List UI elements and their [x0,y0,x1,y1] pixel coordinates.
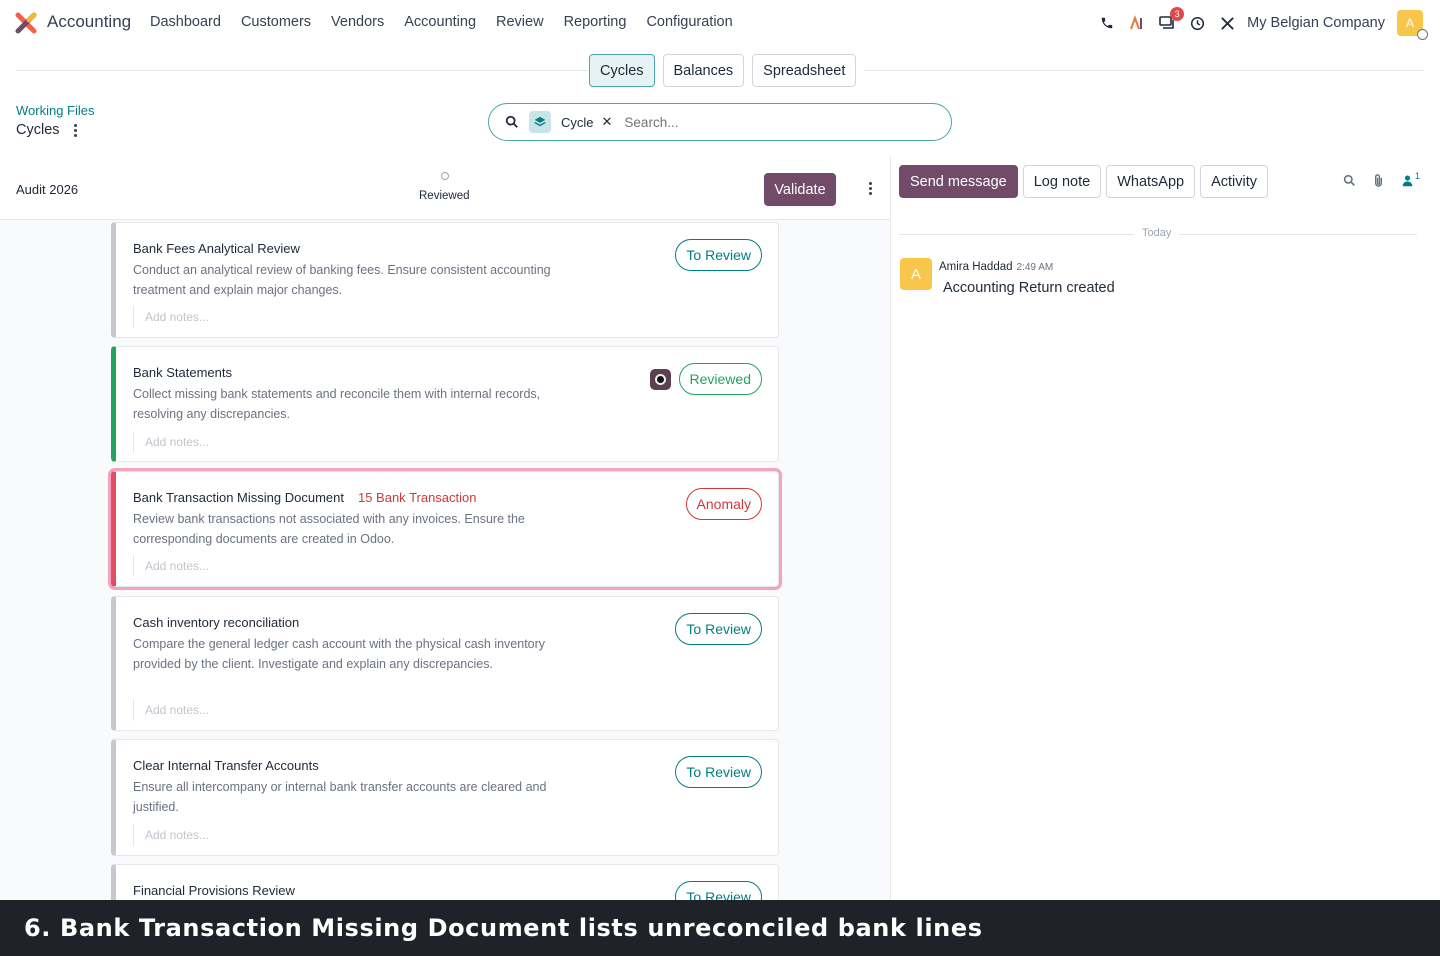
message-body: Accounting Return created [943,280,1115,296]
breadcrumb-menu-icon[interactable] [73,123,77,137]
status-badge[interactable]: To Review [675,613,762,645]
task-title-row: Bank Transaction Missing Document 15 Bank… [133,490,477,505]
main-menu: Dashboard Customers Vendors Accounting R… [140,14,743,30]
task-title: Cash inventory reconciliation [133,615,300,630]
breadcrumb-parent[interactable]: Working Files [16,103,95,118]
cycle-name: Audit 2026 [16,182,79,197]
reviewer-avatar [650,369,671,390]
task-card-bank-transaction-missing-document[interactable]: Bank Transaction Missing Document 15 Bank… [111,471,779,587]
app-logo-icon[interactable] [15,12,37,34]
facet-remove-icon[interactable]: ✕ [602,114,613,130]
send-message-button[interactable]: Send message [899,165,1018,198]
user-icon [1402,175,1413,187]
messages-badge: 3 [1170,7,1185,21]
task-title: Bank Statements [133,365,232,380]
menu-customers[interactable]: Customers [241,14,311,30]
cycle-menu-icon[interactable] [869,182,872,195]
status-badge[interactable]: Anomaly [685,488,762,520]
tab-spreadsheet[interactable]: Spreadsheet [752,54,857,87]
task-card-financial-provisions[interactable]: Financial Provisions Review To Review [111,864,779,900]
task-notes-field[interactable]: Add notes... [133,431,209,453]
task-description: Collect missing bank statements and reco… [133,387,541,421]
message-time: 2:49 AM [1016,262,1054,273]
systray: 3 My Belgian Company A [1085,7,1440,40]
company-switcher[interactable]: My Belgian Company [1247,15,1385,31]
task-description: Ensure all intercompany or internal bank… [133,780,547,814]
search-facet: Cycle ✕ [529,111,612,133]
user-avatar[interactable]: A [1397,10,1428,40]
messages-icon[interactable]: 3 [1159,7,1185,31]
presence-status-icon [1417,29,1428,40]
message-author-row: Amira Haddad 2:49 AM [939,261,1053,273]
task-title: Financial Provisions Review [133,883,295,898]
task-card-bank-statements[interactable]: Bank Statements Collect missing bank sta… [111,346,779,462]
status-badge[interactable]: Reviewed [678,363,762,395]
task-card-clear-internal-transfer[interactable]: Clear Internal Transfer Accounts Ensure … [111,739,779,856]
menu-configuration[interactable]: Configuration [646,14,732,30]
status-badge[interactable]: To Review [675,881,762,900]
app-name[interactable]: Accounting [47,12,131,32]
menu-dashboard[interactable]: Dashboard [150,14,221,30]
top-navbar: Accounting Dashboard Customers Vendors A… [0,0,1440,46]
task-description: Conduct an analytical review of banking … [133,263,551,297]
phone-icon[interactable] [1099,15,1115,31]
bank-transaction-link[interactable]: 15 Bank Transaction [358,490,477,505]
task-card-bank-fees[interactable]: Bank Fees Analytical Review Conduct an a… [111,222,779,338]
menu-accounting[interactable]: Accounting [404,14,476,30]
layers-icon [529,111,551,133]
menu-reporting[interactable]: Reporting [564,14,627,30]
message-author[interactable]: Amira Haddad [939,261,1013,273]
activity-button[interactable]: Activity [1200,165,1269,198]
breadcrumb-current: Cycles [16,122,60,138]
search-icon[interactable] [1343,174,1356,187]
menu-review[interactable]: Review [496,14,544,30]
followers-count: 1 [1414,170,1420,181]
search-bar[interactable]: Cycle ✕ [488,103,952,141]
status-badge[interactable]: To Review [675,756,762,788]
chatter-actions: Send message Log note WhatsApp Activity [899,165,1269,198]
task-notes-field[interactable]: Add notes... [133,699,209,721]
task-description: Compare the general ledger cash account … [133,637,546,671]
log-note-button[interactable]: Log note [1022,165,1102,198]
status-step-icon [441,172,449,180]
cycle-panel: Audit 2026 Reviewed Validate Bank Fees A… [0,157,890,900]
search-icon[interactable] [505,115,519,129]
task-card-cash-inventory[interactable]: Cash inventory reconciliation Compare th… [111,596,779,731]
date-separator: Today [1134,227,1180,239]
chatter-panel: Send message Log note WhatsApp Activity … [890,157,1440,900]
breadcrumb: Cycles [16,122,77,138]
ai-icon[interactable] [1129,15,1145,31]
menu-vendors[interactable]: Vendors [331,14,384,30]
tab-cycles[interactable]: Cycles [589,54,655,87]
search-input[interactable] [624,114,825,130]
view-switcher: Cycles Balances Spreadsheet [589,54,865,87]
whatsapp-button[interactable]: WhatsApp [1106,165,1196,198]
cycle-header: Audit 2026 Reviewed Validate [0,157,890,220]
clock-icon[interactable] [1189,15,1205,31]
paperclip-icon[interactable] [1372,173,1385,188]
task-description: Review bank transactions not associated … [133,512,525,546]
task-notes-field[interactable]: Add notes... [133,555,209,577]
tab-balances[interactable]: Balances [662,54,745,87]
message-avatar[interactable]: A [900,258,932,290]
tools-icon[interactable] [1219,15,1235,31]
task-title: Bank Fees Analytical Review [133,241,300,256]
task-title: Clear Internal Transfer Accounts [133,758,319,773]
facet-label: Cycle [561,114,594,130]
task-title: Bank Transaction Missing Document [133,490,344,505]
followers-button[interactable]: 1 [1401,170,1420,187]
status-badge[interactable]: To Review [675,239,762,271]
validate-button[interactable]: Validate [764,173,836,206]
cycle-status: Reviewed [419,190,470,202]
chatter-tools: 1 [1343,170,1420,188]
task-notes-field[interactable]: Add notes... [133,306,209,328]
task-notes-field[interactable]: Add notes... [133,824,209,846]
caption-banner: 6. Bank Transaction Missing Document lis… [0,900,1440,956]
